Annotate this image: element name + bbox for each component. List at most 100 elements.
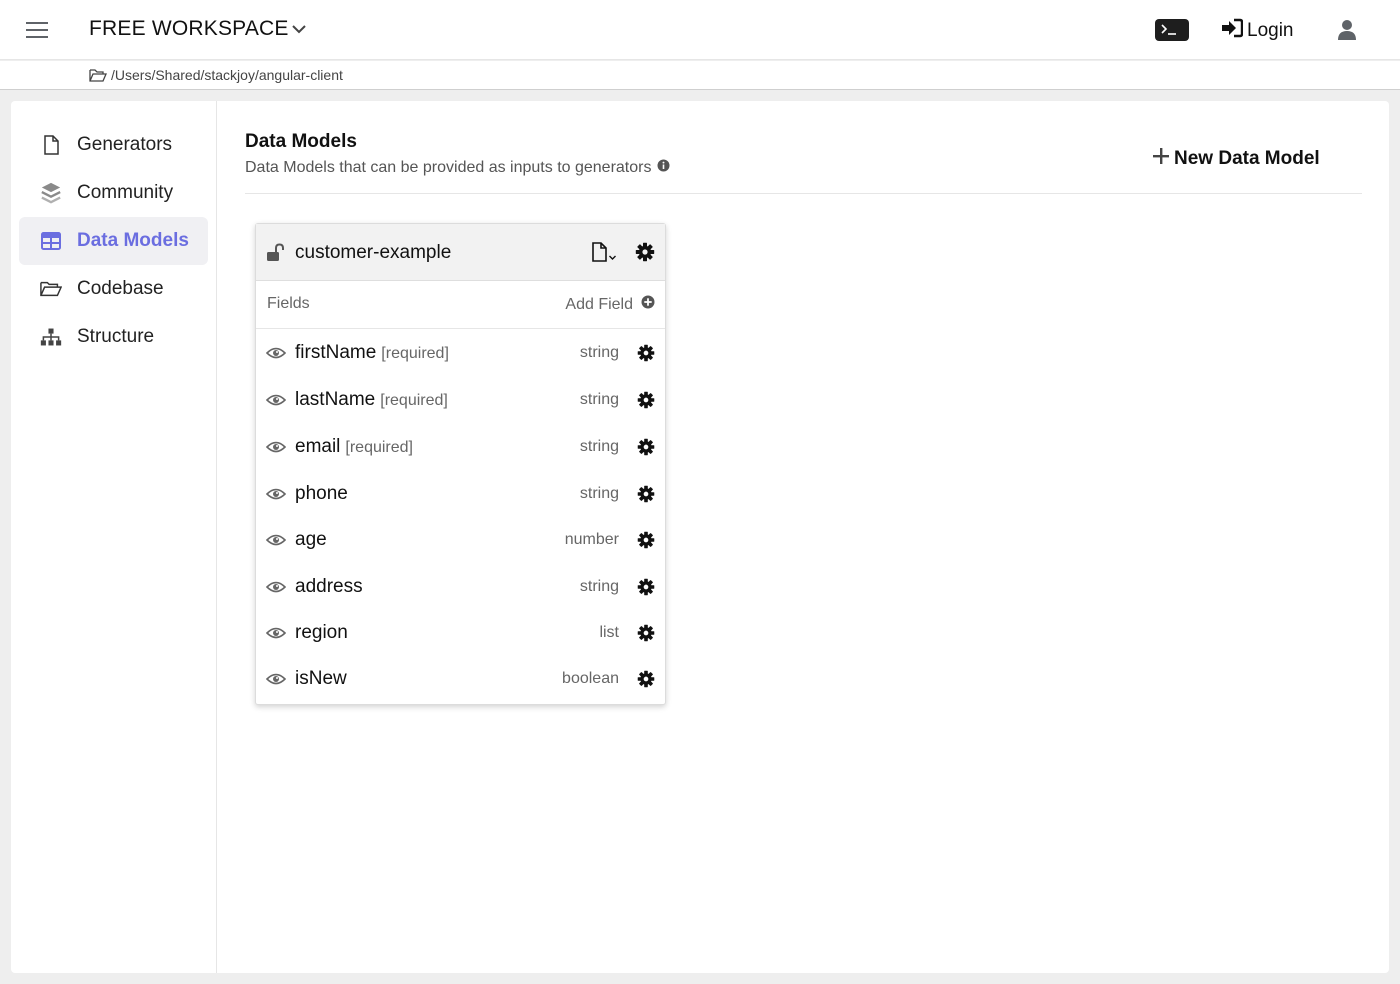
folder-open-icon	[40, 280, 62, 298]
sidebar-item-community[interactable]: Community	[19, 169, 208, 217]
field-name-text: email	[295, 436, 341, 457]
field-name[interactable]: firstName [required]	[295, 342, 449, 364]
field-type: number	[564, 531, 619, 548]
field-type: string	[579, 578, 619, 595]
field-name[interactable]: address	[295, 576, 368, 598]
field-name-text: firstName	[295, 342, 377, 363]
field-name-text: lastName	[295, 389, 376, 410]
field-name[interactable]: email [required]	[295, 436, 413, 458]
user-icon[interactable]	[1337, 19, 1357, 46]
table-icon	[40, 232, 62, 250]
eye-icon[interactable]	[265, 346, 287, 365]
gear-icon[interactable]	[635, 242, 655, 267]
gear-icon[interactable]	[637, 578, 655, 601]
field-row[interactable]: email [required] string	[256, 424, 665, 470]
gear-icon[interactable]	[637, 438, 655, 461]
field-name-text: phone	[295, 483, 348, 504]
eye-icon[interactable]	[265, 440, 287, 459]
info-icon[interactable]	[657, 159, 670, 177]
sidebar-item-structure[interactable]: Structure	[19, 313, 208, 361]
new-data-model-button[interactable]: New Data Model	[1152, 147, 1320, 171]
file-icon	[591, 242, 607, 267]
field-name[interactable]: region	[295, 622, 353, 644]
chevron-down-icon	[608, 249, 617, 267]
required-tag: [required]	[380, 392, 448, 409]
gear-icon[interactable]	[637, 344, 655, 367]
sidebar-item-label: Data Models	[77, 230, 189, 251]
field-name[interactable]: lastName [required]	[295, 389, 448, 411]
sidebar-item-data-models[interactable]: Data Models	[19, 217, 208, 265]
file-icon	[40, 135, 62, 155]
new-data-model-label: New Data Model	[1174, 148, 1320, 169]
field-row[interactable]: age number	[256, 517, 665, 563]
field-type: string	[579, 344, 619, 361]
field-name-text: isNew	[295, 668, 347, 689]
workspace-title[interactable]: FREE WORKSPACE	[89, 17, 289, 41]
unlock-icon[interactable]	[266, 243, 286, 268]
plus-icon	[1152, 147, 1170, 171]
terminal-icon[interactable]	[1155, 19, 1189, 41]
plus-circle-icon	[641, 295, 655, 314]
gear-icon[interactable]	[637, 391, 655, 414]
sitemap-icon	[40, 326, 62, 348]
field-name-text: region	[295, 622, 348, 643]
sidebar-item-label: Structure	[77, 326, 155, 347]
sign-in-icon	[1221, 18, 1244, 44]
eye-icon[interactable]	[265, 533, 287, 552]
gear-icon[interactable]	[637, 485, 655, 508]
field-row[interactable]: isNew boolean	[256, 656, 665, 702]
sidebar: Generators Community Data Models Codebas…	[11, 101, 217, 973]
field-name[interactable]: isNew	[295, 668, 352, 690]
required-tag: [required]	[345, 439, 413, 456]
required-tag: [required]	[381, 345, 449, 362]
gear-icon[interactable]	[637, 624, 655, 647]
sidebar-item-label: Codebase	[77, 278, 164, 299]
gear-icon[interactable]	[637, 670, 655, 693]
field-row[interactable]: firstName [required] string	[256, 330, 665, 376]
gear-icon[interactable]	[637, 531, 655, 554]
sidebar-item-label: Community	[77, 182, 174, 203]
sidebar-item-codebase[interactable]: Codebase	[19, 265, 208, 313]
fields-label: Fields	[267, 295, 310, 312]
field-name[interactable]: age	[295, 529, 332, 551]
field-row[interactable]: address string	[256, 564, 665, 610]
field-row[interactable]: phone string	[256, 471, 665, 517]
sidebar-item-generators[interactable]: Generators	[19, 121, 208, 169]
eye-icon[interactable]	[265, 487, 287, 506]
folder-open-icon	[89, 68, 107, 87]
model-name[interactable]: customer-example	[295, 242, 451, 264]
field-row[interactable]: lastName [required] string	[256, 377, 665, 423]
page-subtitle: Data Models that can be provided as inpu…	[245, 159, 670, 177]
page-subtitle-text: Data Models that can be provided as inpu…	[245, 159, 652, 176]
add-field-label: Add Field	[565, 295, 633, 313]
eye-icon[interactable]	[265, 393, 287, 412]
eye-icon[interactable]	[265, 626, 287, 645]
header-divider	[245, 193, 1362, 194]
eye-icon[interactable]	[265, 580, 287, 599]
page-title: Data Models	[245, 131, 357, 152]
main-panel: Generators Community Data Models Codebas…	[11, 101, 1389, 973]
data-model-card: customer-example Fields Add Field firstN…	[255, 223, 666, 705]
content-area: Data Models Data Models that can be prov…	[218, 101, 1389, 973]
login-button[interactable]: Login	[1221, 18, 1294, 44]
field-type: string	[579, 391, 619, 408]
login-label: Login	[1247, 20, 1294, 41]
add-field-button[interactable]: Add Field	[565, 295, 655, 314]
field-name-text: address	[295, 576, 363, 597]
sidebar-item-label: Generators	[77, 134, 173, 155]
field-type: string	[579, 485, 619, 502]
path-bar: /Users/Shared/stackjoy/angular-client	[0, 61, 1400, 90]
fields-header: Fields Add Field	[256, 281, 665, 329]
workspace-path[interactable]: /Users/Shared/stackjoy/angular-client	[111, 67, 343, 83]
card-header: customer-example	[256, 224, 665, 281]
field-name-text: age	[295, 529, 327, 550]
layers-icon	[40, 180, 62, 206]
menu-icon[interactable]	[26, 18, 48, 42]
eye-icon[interactable]	[265, 672, 287, 691]
field-name[interactable]: phone	[295, 483, 353, 505]
chevron-down-icon[interactable]	[290, 20, 308, 43]
file-dropdown[interactable]	[591, 242, 617, 267]
top-bar: FREE WORKSPACE Login	[0, 0, 1400, 60]
field-row[interactable]: region list	[256, 610, 665, 656]
field-type: boolean	[562, 670, 619, 687]
